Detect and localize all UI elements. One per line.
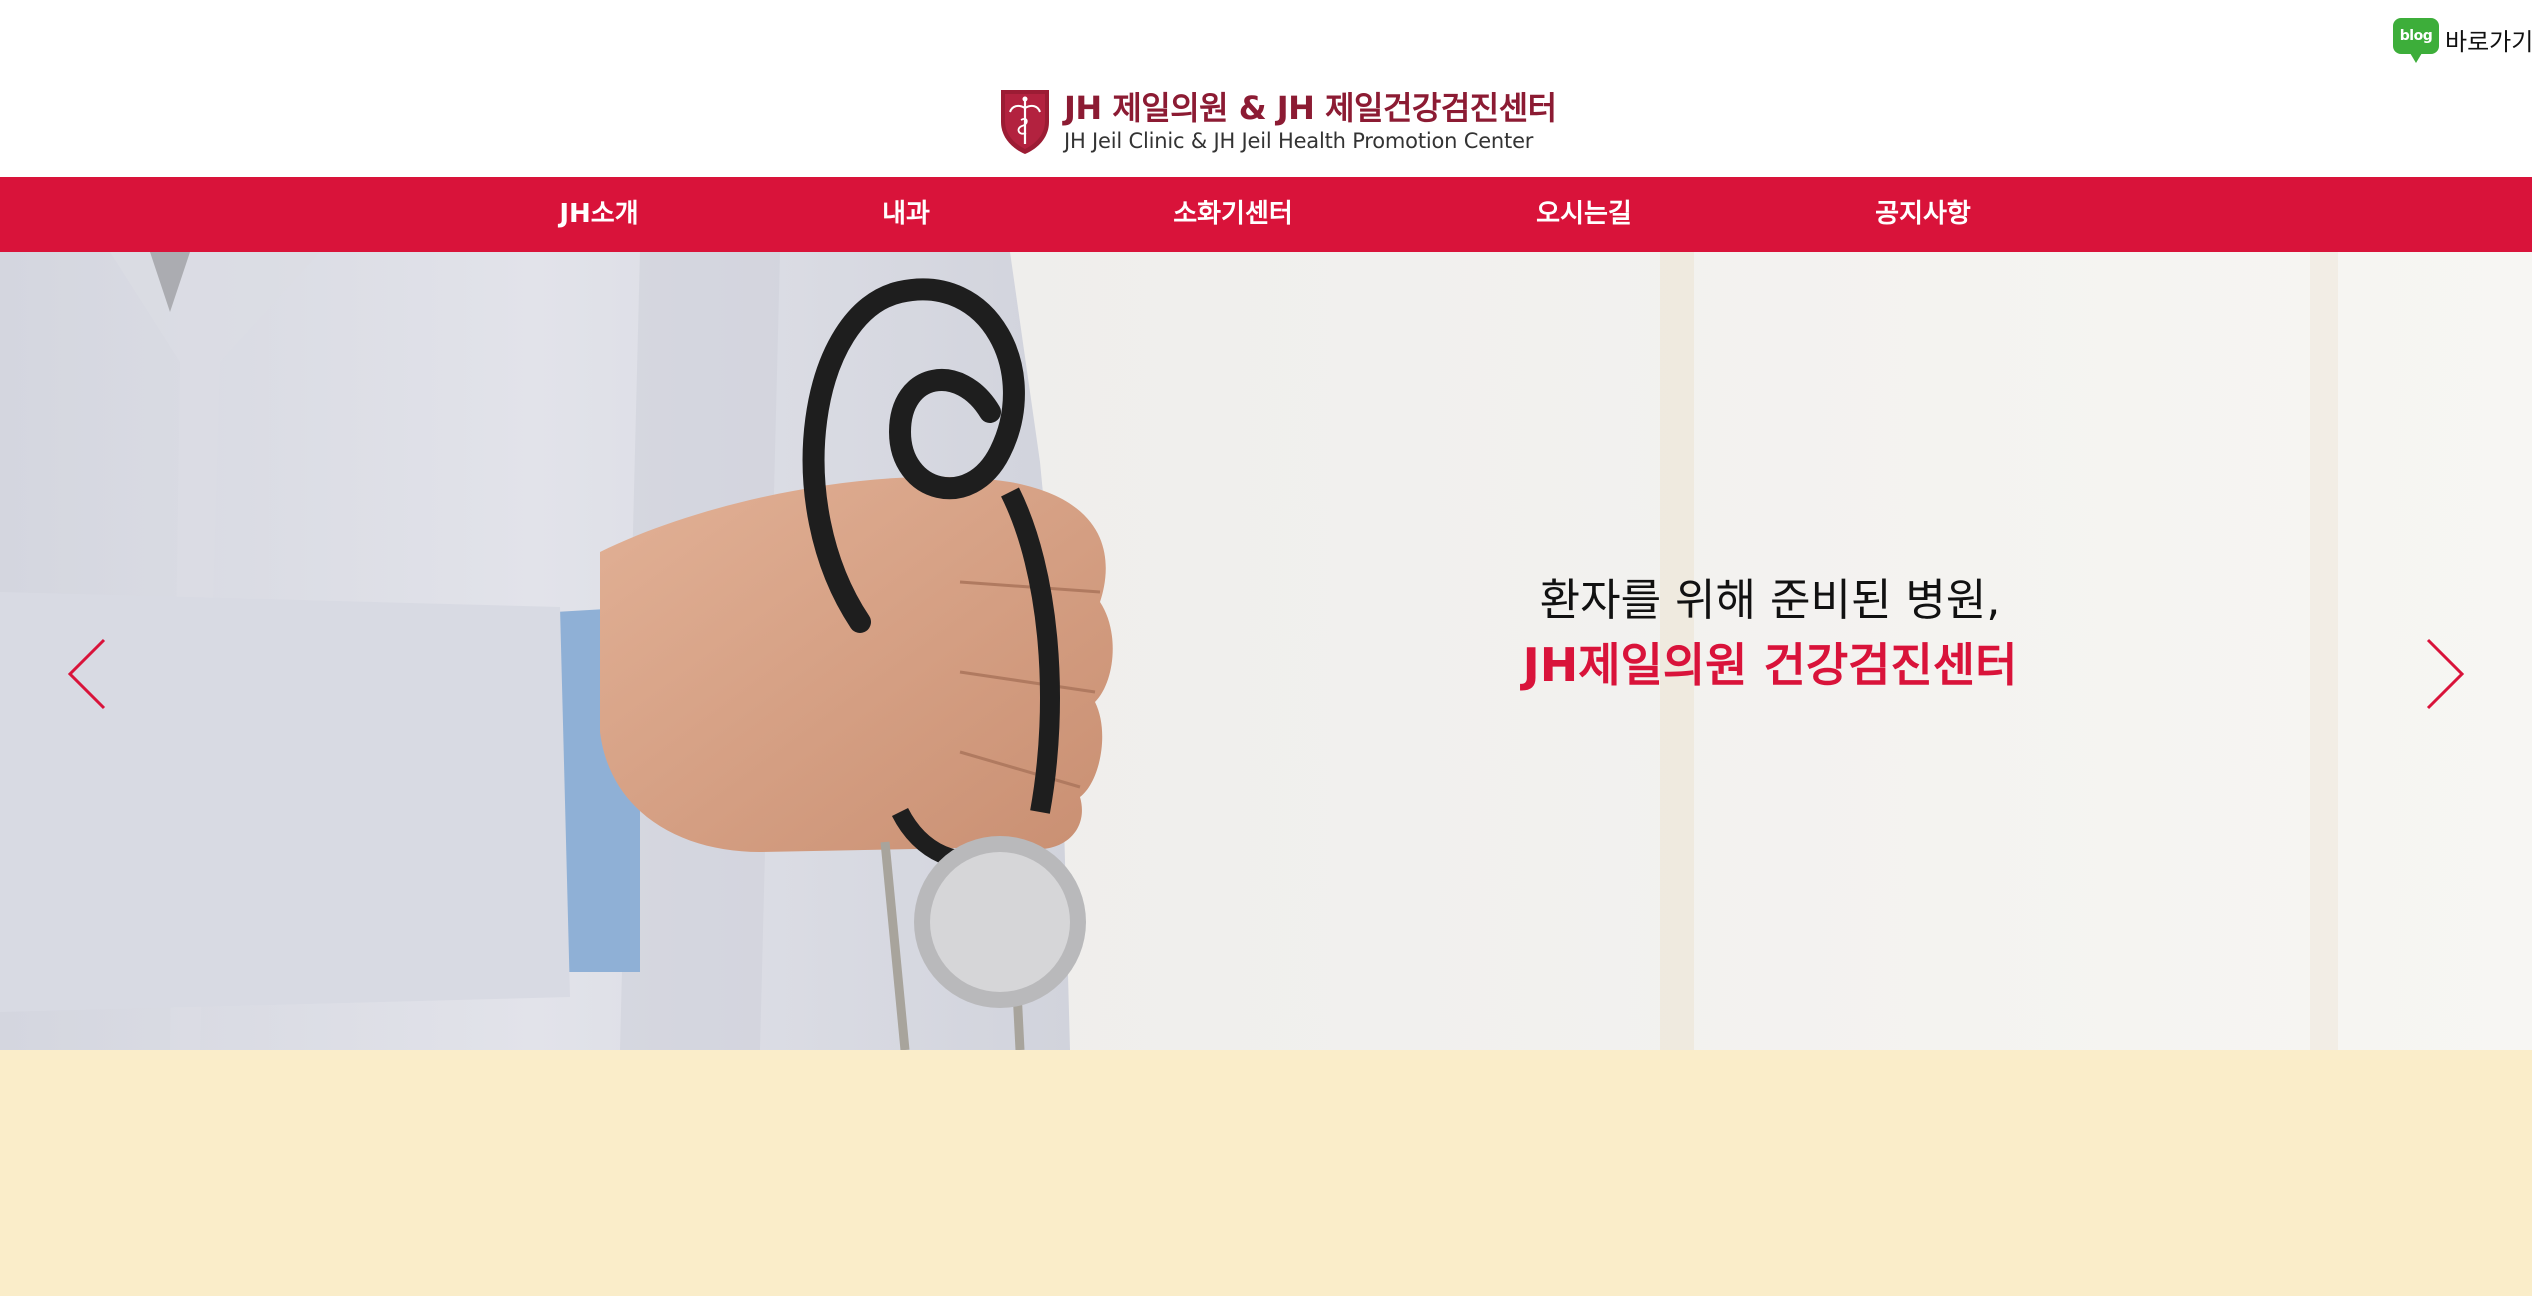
chevron-right-icon[interactable] bbox=[2420, 636, 2470, 712]
hero-slider: 환자를 위해 준비된 병원, JH제일의원 건강검진센터 bbox=[0, 252, 2532, 1050]
nav-item-about[interactable]: JH소개 bbox=[559, 177, 638, 252]
main-nav: JH소개 내과 소화기센터 오시는길 공지사항 bbox=[0, 177, 2532, 252]
site-logo[interactable]: JH 제일의원 & JH 제일건강검진센터 JH Jeil Clinic & J… bbox=[998, 86, 1557, 156]
shield-emblem-icon bbox=[1001, 90, 1049, 154]
nav-item-internal-medicine[interactable]: 내과 bbox=[882, 177, 930, 252]
content-section bbox=[0, 1050, 2532, 1296]
logo-title: JH 제일의원 & JH 제일건강검진센터 bbox=[1064, 89, 1557, 127]
blog-icon-text: blog bbox=[2399, 28, 2433, 44]
blog-shortcut-label: 바로가기 bbox=[2445, 27, 2532, 56]
site-header: blog 바로가기 JH 제일의원 & JH 제일건강검진센터 JH Jeil … bbox=[0, 0, 2532, 177]
nav-item-directions[interactable]: 오시는길 bbox=[1536, 177, 1632, 252]
hero-headline: 환자를 위해 준비된 병원, bbox=[1539, 575, 2001, 626]
chevron-left-icon[interactable] bbox=[62, 636, 112, 712]
blog-icon: blog bbox=[2393, 18, 2439, 63]
nav-item-notices[interactable]: 공지사항 bbox=[1875, 177, 1971, 252]
hero-caption: 환자를 위해 준비된 병원, JH제일의원 건강검진센터 bbox=[1523, 570, 2018, 698]
page: blog 바로가기 JH 제일의원 & JH 제일건강검진센터 JH Jeil … bbox=[0, 0, 2532, 1296]
logo-subtitle: JH Jeil Clinic & JH Jeil Health Promotio… bbox=[1064, 129, 1534, 153]
hero-doctor-image bbox=[0, 252, 2532, 1050]
nav-item-gastro-center[interactable]: 소화기센터 bbox=[1173, 177, 1293, 252]
blog-shortcut-link[interactable]: blog 바로가기 bbox=[2393, 16, 2532, 63]
hero-subheadline: JH제일의원 건강검진센터 bbox=[1522, 638, 2018, 692]
